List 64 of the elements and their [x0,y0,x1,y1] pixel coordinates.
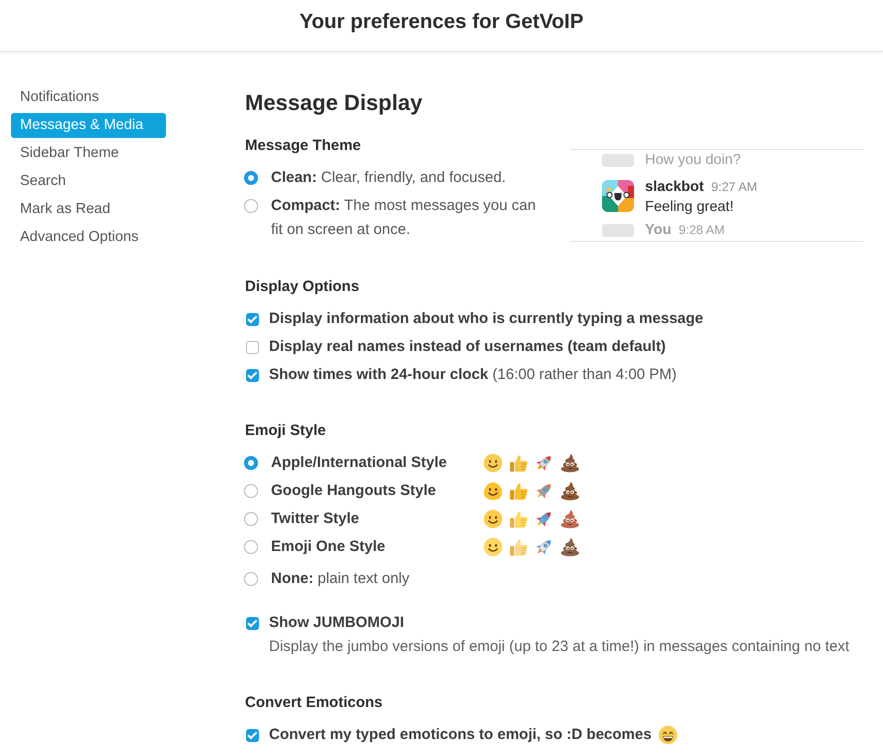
message-text: Feeling great! [645,198,735,217]
option-label: None: [271,570,314,587]
option-label: Display information about who is currently typing a message [269,310,704,327]
radio-button[interactable] [244,171,258,185]
message-text: How you doin? [645,151,741,169]
option-label: Twitter Style [271,510,360,527]
rocket-icon [534,481,554,501]
radio-button[interactable] [244,540,258,554]
option-label: Clean: Clear, friendly, and focused. [271,168,507,188]
option-description: Display the jumbo versions of emoji (up to 23 at a time!) in messages containing no text [269,637,850,657]
option-label: Compact: The most messages you can fit on screen at once. [271,196,537,240]
option-label: Show times with 24-hour clock [269,366,488,383]
option-label: Emoji One Style [271,538,386,555]
smiley-icon [483,453,503,473]
bot-avatar-icon [602,180,634,212]
rocket-icon [534,509,554,529]
avatar-placeholder [602,224,634,237]
checkbox[interactable] [246,368,259,382]
radio-button[interactable] [244,572,258,586]
radio-button[interactable] [244,199,258,213]
radio-button[interactable] [244,484,258,498]
poop-icon [560,481,580,501]
section-heading: Convert Emoticons [245,693,384,713]
rocket-icon [534,453,554,473]
grinning-face-icon [658,725,678,745]
smiley-icon [483,509,503,529]
smiley-icon [483,481,503,501]
sidebar-item[interactable]: Mark as Read [11,197,166,222]
option-label: Google Hangouts Style [271,482,436,499]
radio-button[interactable] [244,512,258,526]
option-label: Show JUMBOMOJI [269,613,406,633]
message-time: 9:27 AM [711,180,758,194]
section-heading: Display Options [245,277,360,297]
option-description: plain text only [318,570,410,587]
message-author: slackbot [645,179,704,195]
sidebar-item[interactable]: Search [11,169,166,194]
message-author: You [645,222,672,238]
radio-button[interactable] [244,456,258,470]
thumbs-up-icon [508,453,528,473]
sidebar-item[interactable]: Advanced Options [11,225,166,250]
checkbox[interactable] [246,340,259,354]
thumbs-up-icon [508,537,528,557]
section-heading: Message Theme [245,136,362,156]
poop-icon [560,537,580,557]
sidebar-item[interactable]: Notifications [11,85,166,110]
checkbox[interactable] [246,616,259,630]
rocket-icon [534,537,554,557]
poop-icon [560,453,580,473]
section-heading: Emoji Style [245,421,327,441]
option-label: Convert my typed emoticons to emoji, so :D becomes [269,725,652,745]
checkbox[interactable] [246,312,259,326]
checkbox[interactable] [246,728,259,742]
option-label: Display real names instead of usernames (team default) [269,338,666,355]
section-title: Message Display [245,89,424,117]
option-label: Apple/International Style [271,454,447,471]
sidebar-item[interactable]: Sidebar Theme [11,141,166,166]
thumbs-up-icon [508,481,528,501]
smiley-icon [483,537,503,557]
page-title: Your preferences for GetVoIP [299,10,584,34]
option-description: (16:00 rather than 4:00 PM) [492,366,677,383]
poop-icon [560,509,580,529]
message-time: 9:28 AM [678,223,725,237]
thumbs-up-icon [508,509,528,529]
avatar-placeholder [602,154,634,167]
